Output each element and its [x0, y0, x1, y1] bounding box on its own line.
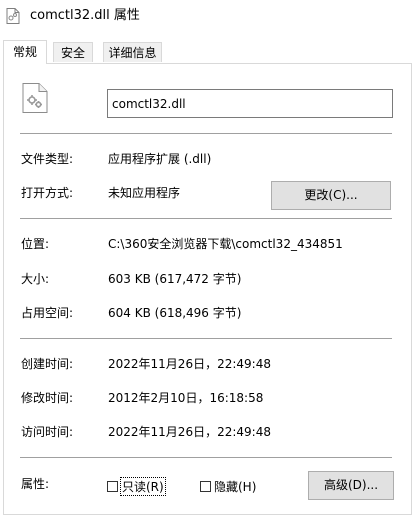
properties-window: comctl32.dll 属性 常规 安全 详细信息 文件类型: 应用程序扩展 …	[0, 0, 415, 519]
readonly-checkbox-label: 只读(R)	[120, 476, 166, 496]
accessed-label: 访问时间:	[21, 425, 74, 439]
created-label: 创建时间:	[21, 357, 74, 371]
change-button[interactable]: 更改(C)...	[271, 181, 391, 210]
hidden-checkbox[interactable]: 隐藏(H)	[200, 479, 257, 494]
modified-value: 2012年2月10日，16:18:58	[108, 391, 264, 405]
location-value: C:\360安全浏览器下载\comctl32_434851	[108, 237, 343, 251]
window-title: comctl32.dll 属性	[30, 8, 140, 23]
tab-bar: 常规 安全 详细信息	[0, 40, 415, 64]
advanced-button[interactable]: 高级(D)...	[308, 471, 394, 500]
attributes-label: 属性:	[21, 477, 50, 491]
readonly-checkbox-box[interactable]	[107, 480, 118, 492]
location-label: 位置:	[21, 237, 50, 251]
divider	[20, 338, 392, 339]
modified-label: 修改时间:	[21, 391, 74, 405]
general-panel	[3, 63, 412, 515]
divider	[20, 457, 392, 458]
open-with-value: 未知应用程序	[108, 186, 181, 200]
hidden-checkbox-box[interactable]	[200, 480, 211, 492]
size-on-disk-value: 604 KB (618,496 字节)	[108, 306, 242, 320]
accessed-value: 2022年11月26日，22:49:48	[108, 425, 271, 439]
file-type-label: 文件类型:	[21, 152, 74, 166]
size-value: 603 KB (617,472 字节)	[108, 272, 242, 286]
dll-file-icon	[6, 8, 20, 24]
hidden-checkbox-label: 隐藏(H)	[214, 479, 257, 494]
dll-file-gear-icon	[22, 83, 48, 113]
tab-security[interactable]: 安全	[53, 42, 93, 62]
size-on-disk-label: 占用空间:	[21, 306, 74, 320]
divider	[20, 218, 392, 219]
tab-general[interactable]: 常规	[3, 40, 47, 64]
readonly-checkbox[interactable]: 只读(R)	[107, 476, 166, 496]
divider	[20, 133, 392, 134]
tab-details[interactable]: 详细信息	[103, 42, 162, 62]
size-label: 大小:	[21, 272, 50, 286]
open-with-label: 打开方式:	[21, 186, 74, 200]
created-value: 2022年11月26日，22:49:48	[108, 357, 271, 371]
file-type-value: 应用程序扩展 (.dll)	[108, 152, 212, 166]
file-name-input[interactable]	[107, 89, 393, 118]
title-bar[interactable]: comctl32.dll 属性	[0, 0, 415, 32]
